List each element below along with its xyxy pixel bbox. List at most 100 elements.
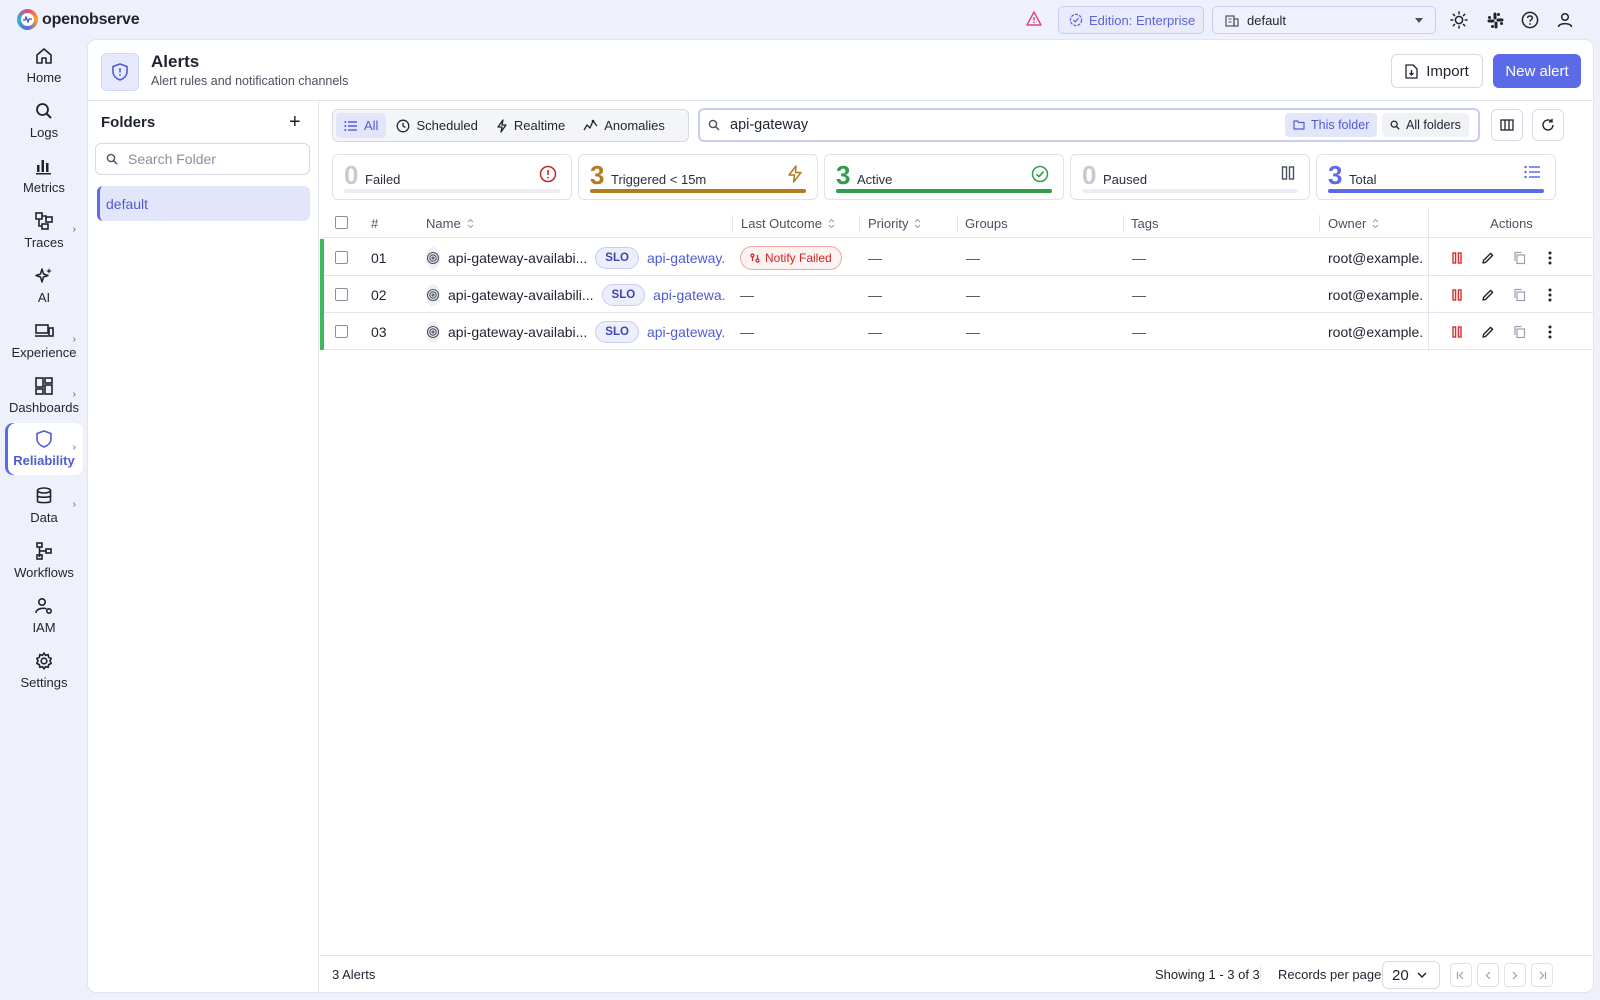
nav-item-home[interactable]: Home — [5, 40, 83, 92]
nav-label: Home — [26, 70, 62, 85]
columns-button[interactable] — [1491, 109, 1523, 141]
warning-icon[interactable] — [1026, 11, 1042, 26]
edition-badge[interactable]: Edition: Enterprise — [1058, 6, 1204, 34]
more-vertical-icon[interactable] — [1539, 239, 1561, 276]
stat-fill — [1328, 189, 1544, 193]
refresh-button[interactable] — [1532, 109, 1564, 141]
nav-item-traces[interactable]: Traces › — [5, 205, 83, 257]
folder-search[interactable] — [95, 143, 310, 175]
nav-item-dashboards[interactable]: Dashboards › — [5, 370, 83, 422]
row-checkbox[interactable] — [335, 251, 348, 264]
tab-realtime[interactable]: Realtime — [488, 113, 573, 138]
gear-icon — [34, 651, 54, 671]
row-checkbox[interactable] — [335, 325, 348, 338]
search-icon — [106, 153, 118, 165]
table-row[interactable]: 02 api-gateway-availabili... SLO api-gat… — [320, 276, 1593, 313]
stat-card-total[interactable]: 3 Total — [1316, 154, 1556, 200]
copy-icon[interactable] — [1508, 239, 1530, 276]
alert-search[interactable]: This folder All folders — [698, 108, 1480, 142]
new-alert-button[interactable]: New alert — [1493, 54, 1581, 88]
bolt-icon — [496, 118, 508, 133]
first-page-icon[interactable] — [1450, 963, 1472, 987]
sort-icon — [467, 218, 474, 229]
row-checkbox[interactable] — [335, 288, 348, 301]
column-header-owner[interactable]: Owner — [1328, 209, 1379, 238]
add-folder-icon[interactable]: + — [289, 112, 301, 132]
pause-alert-icon[interactable] — [1446, 239, 1468, 276]
slack-icon[interactable] — [1485, 10, 1505, 30]
stat-card-failed[interactable]: 0 Failed — [332, 154, 572, 200]
tab-all[interactable]: All — [336, 113, 387, 138]
nav-item-ai[interactable]: AI — [5, 260, 83, 312]
stat-card-active[interactable]: 3 Active — [824, 154, 1064, 200]
app-logo[interactable]: openobserve — [17, 9, 140, 30]
copy-icon[interactable] — [1508, 313, 1530, 350]
row-number: 01 — [371, 249, 387, 266]
import-button[interactable]: Import — [1391, 54, 1483, 88]
priority-cell: — — [868, 249, 882, 266]
tab-scheduled[interactable]: Scheduled — [388, 113, 485, 138]
pause-alert-icon[interactable] — [1446, 313, 1468, 350]
theme-toggle-icon[interactable] — [1449, 10, 1469, 30]
nav-item-workflows[interactable]: Workflows — [5, 535, 83, 587]
edit-icon[interactable] — [1477, 276, 1499, 313]
nav-item-reliability[interactable]: Reliability › — [5, 423, 83, 475]
stat-fill — [590, 189, 806, 193]
nav-item-data[interactable]: Data › — [5, 480, 83, 532]
previous-page-icon[interactable] — [1477, 963, 1499, 987]
list-icon — [1524, 165, 1541, 179]
alert-search-input[interactable] — [730, 117, 1250, 133]
next-page-icon[interactable] — [1504, 963, 1526, 987]
stat-value: 0 — [344, 160, 359, 190]
stat-label: Failed — [365, 172, 401, 187]
nav-item-experience[interactable]: Experience › — [5, 315, 83, 367]
column-header-name[interactable]: Name — [426, 209, 474, 238]
column-divider — [1123, 215, 1124, 232]
alert-name-link[interactable]: api-gateway-availabi... — [448, 324, 587, 340]
name-cell: api-gateway-availabi... SLO api-gateway.… — [426, 313, 726, 350]
select-all-checkbox[interactable] — [335, 216, 348, 229]
column-header-priority[interactable]: Priority — [868, 209, 921, 238]
folder-search-input[interactable] — [128, 151, 288, 167]
nav-item-logs[interactable]: Logs — [5, 95, 83, 147]
owner-cell: root@example. — [1328, 286, 1424, 303]
owner-cell: root@example. — [1328, 249, 1424, 266]
logo-mark-icon — [17, 9, 38, 30]
import-label: Import — [1426, 62, 1469, 80]
scope-all-folders-button[interactable]: All folders — [1382, 113, 1469, 137]
last-page-icon[interactable] — [1531, 963, 1553, 987]
chevron-right-icon: › — [72, 224, 76, 235]
help-icon[interactable] — [1520, 10, 1540, 30]
more-vertical-icon[interactable] — [1539, 313, 1561, 350]
alert-name-link[interactable]: api-gateway-availabi... — [448, 250, 587, 266]
nav-item-iam[interactable]: IAM — [5, 590, 83, 642]
nav-label: Workflows — [14, 565, 74, 580]
edit-icon[interactable] — [1477, 313, 1499, 350]
search-icon — [708, 119, 720, 131]
slo-link[interactable]: api-gateway... — [647, 324, 726, 340]
stat-card-paused[interactable]: 0 Paused — [1070, 154, 1310, 200]
slo-link[interactable]: api-gateway... — [647, 250, 726, 266]
org-selector[interactable]: default — [1212, 6, 1436, 34]
pause-alert-icon[interactable] — [1446, 276, 1468, 313]
folder-item-default[interactable]: default — [97, 186, 310, 221]
tab-anomalies[interactable]: Anomalies — [575, 113, 673, 138]
more-vertical-icon[interactable] — [1539, 276, 1561, 313]
column-header-last-outcome[interactable]: Last Outcome — [741, 209, 835, 238]
records-per-page-select[interactable]: 20 — [1382, 961, 1440, 989]
table-row[interactable]: 01 api-gateway-availabi... SLO api-gatew… — [320, 239, 1593, 276]
table-row[interactable]: 03 api-gateway-availabi... SLO api-gatew… — [320, 313, 1593, 350]
owner-cell: root@example. — [1328, 323, 1424, 340]
column-header-groups: Groups — [965, 216, 1008, 231]
stat-card-triggered[interactable]: 3 Triggered < 15m — [578, 154, 818, 200]
nav-item-metrics[interactable]: Metrics — [5, 150, 83, 202]
copy-icon[interactable] — [1508, 276, 1530, 313]
alert-name-link[interactable]: api-gateway-availabili... — [448, 287, 594, 303]
user-account-icon[interactable] — [1555, 10, 1575, 30]
scope-this-folder-button[interactable]: This folder — [1285, 113, 1378, 137]
slo-link[interactable]: api-gatewa... — [653, 287, 726, 303]
edit-icon[interactable] — [1477, 239, 1499, 276]
alert-count: 3 Alerts — [332, 967, 376, 982]
nav-item-settings[interactable]: Settings — [5, 645, 83, 697]
alerts-shield-icon — [101, 53, 139, 91]
